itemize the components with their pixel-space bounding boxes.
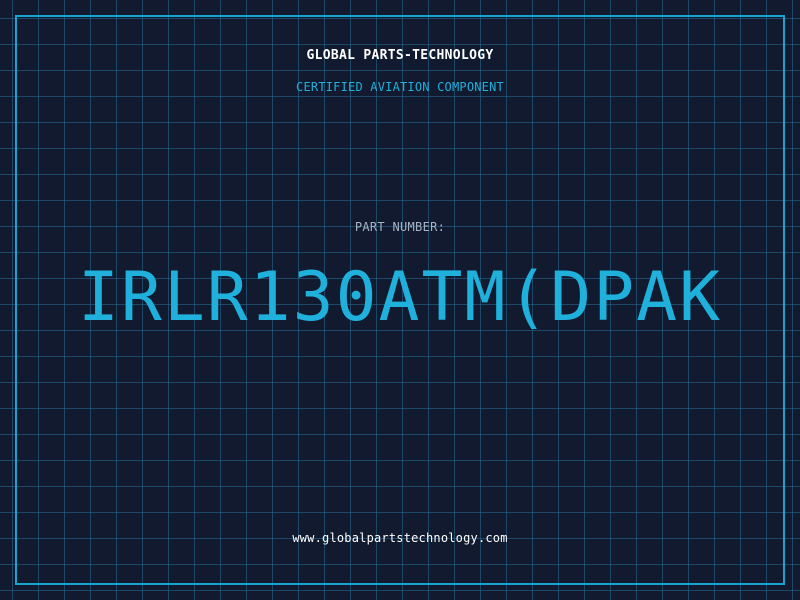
certificate-canvas: GLOBAL PARTS-TECHNOLOGY CERTIFIED AVIATI…	[0, 0, 800, 600]
part-number-label: PART NUMBER:	[354, 220, 446, 234]
certification-subtitle: CERTIFIED AVIATION COMPONENT	[296, 80, 504, 94]
website-url: www.globalpartstechnology.com	[292, 531, 508, 545]
part-number-value: IRLR130ATM(DPAK	[77, 258, 723, 337]
company-name: GLOBAL PARTS-TECHNOLOGY	[306, 48, 494, 63]
